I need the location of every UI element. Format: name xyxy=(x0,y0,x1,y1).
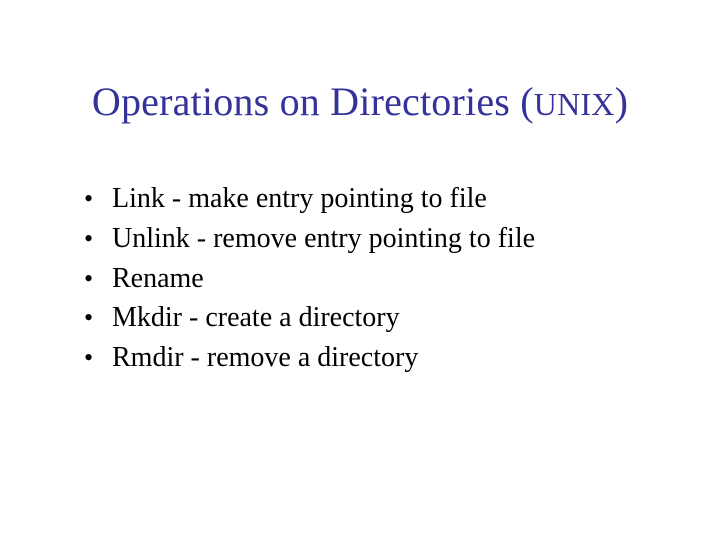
bullet-list: • Link - make entry pointing to file • U… xyxy=(84,180,660,379)
title-unix: UNIX xyxy=(534,86,615,122)
list-item: • Unlink - remove entry pointing to file xyxy=(84,220,660,258)
list-item-text: Rename xyxy=(112,260,660,298)
slide-title: Operations on Directories (UNIX) xyxy=(0,78,720,125)
slide: Operations on Directories (UNIX) • Link … xyxy=(0,0,720,540)
list-item: • Mkdir - create a directory xyxy=(84,299,660,337)
bullet-icon: • xyxy=(84,300,112,335)
list-item-text: Rmdir - remove a directory xyxy=(112,339,660,377)
title-main: Operations on Directories xyxy=(92,79,520,124)
bullet-icon: • xyxy=(84,261,112,296)
list-item-text: Unlink - remove entry pointing to file xyxy=(112,220,660,258)
list-item: • Rename xyxy=(84,260,660,298)
title-lparen: ( xyxy=(520,79,534,124)
bullet-icon: • xyxy=(84,221,112,256)
bullet-icon: • xyxy=(84,340,112,375)
list-item-text: Link - make entry pointing to file xyxy=(112,180,660,218)
list-item: • Rmdir - remove a directory xyxy=(84,339,660,377)
list-item: • Link - make entry pointing to file xyxy=(84,180,660,218)
list-item-text: Mkdir - create a directory xyxy=(112,299,660,337)
bullet-icon: • xyxy=(84,181,112,216)
title-rparen: ) xyxy=(615,79,629,124)
